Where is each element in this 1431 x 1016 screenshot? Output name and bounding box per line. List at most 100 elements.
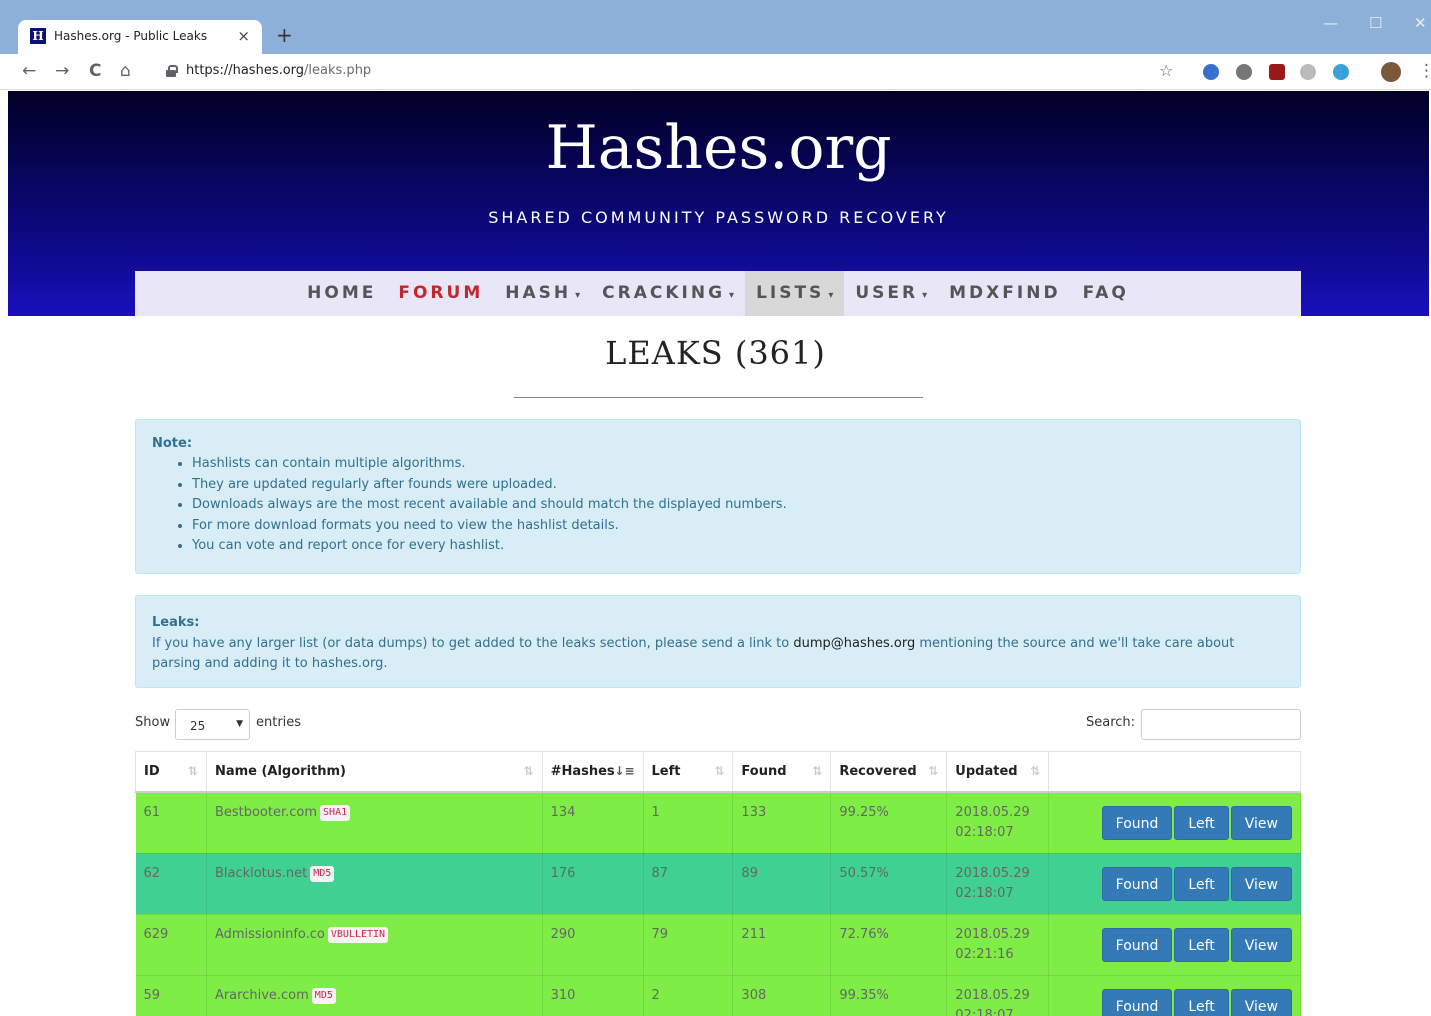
sort-icon: ⇅ bbox=[1030, 764, 1041, 778]
cell-recovered: 99.25% bbox=[830, 791, 948, 854]
extension-ublock-icon[interactable] bbox=[1269, 64, 1285, 80]
back-icon[interactable]: ← bbox=[22, 61, 36, 81]
note-heading: Note: bbox=[152, 436, 193, 451]
cell-updated: 2018.05.29 02:18:07 bbox=[946, 975, 1050, 1016]
browser-tab-bar: H Hashes.org - Public Leaks × + — ☐ ✕ bbox=[0, 0, 1431, 54]
cell-name: Ararchive.com MD5 bbox=[206, 975, 543, 1016]
sort-icon: ⇅ bbox=[523, 764, 534, 778]
extension-globe-icon[interactable] bbox=[1203, 64, 1219, 80]
extension-blue-icon[interactable] bbox=[1333, 64, 1349, 80]
found-button[interactable]: Found bbox=[1101, 805, 1173, 840]
tab-title: Hashes.org - Public Leaks bbox=[54, 29, 208, 43]
dump-email-link[interactable]: dump@hashes.org bbox=[793, 636, 915, 651]
dropdown-arrow-icon: ▼ bbox=[236, 719, 243, 729]
reload-icon[interactable]: C bbox=[89, 61, 101, 81]
nav-hash[interactable]: HASH ▾ bbox=[494, 271, 591, 316]
found-button[interactable]: Found bbox=[1101, 866, 1173, 901]
algo-badge: MD5 bbox=[310, 865, 335, 882]
search-input[interactable] bbox=[1141, 709, 1301, 740]
found-button[interactable]: Found bbox=[1101, 927, 1173, 962]
cell-left: 79 bbox=[643, 914, 734, 976]
cell-id: 62 bbox=[135, 853, 207, 915]
window-close-icon[interactable]: ✕ bbox=[1414, 14, 1427, 32]
nav-faq[interactable]: FAQ bbox=[1072, 271, 1140, 316]
cell-left: 87 bbox=[643, 853, 734, 915]
page-size-select[interactable]: 25 ▼ bbox=[175, 709, 250, 740]
cell-found: 211 bbox=[732, 914, 832, 976]
url-domain: https://hashes.org bbox=[186, 63, 305, 78]
main-navbar: HOME FORUM HASH ▾ CRACKING ▾ LISTS ▾ USER ▾ MDXFIN… bbox=[135, 271, 1301, 316]
tab-close-icon[interactable]: × bbox=[237, 27, 250, 45]
col-header-name[interactable]: Name (Algorithm) ⇅ bbox=[205, 751, 543, 793]
sort-icon: ⇅ bbox=[812, 764, 823, 778]
hashes-favicon-icon: H bbox=[30, 28, 46, 44]
lock-icon bbox=[166, 65, 178, 77]
search-label: Search: bbox=[1086, 715, 1136, 730]
site-title[interactable]: Hashes.org bbox=[8, 113, 1429, 183]
minimize-icon[interactable]: — bbox=[1323, 14, 1338, 32]
nav-mdxfind[interactable]: MDXFIND bbox=[938, 271, 1071, 316]
table-row: 629 Admissioninfo.co VBULLETIN 290 79 211… bbox=[135, 914, 1301, 976]
nav-home[interactable]: HOME bbox=[296, 271, 387, 316]
cell-actions: Found Left View bbox=[1048, 914, 1301, 976]
sort-icon: ⇅ bbox=[928, 764, 939, 778]
cell-found: 133 bbox=[732, 791, 832, 854]
view-button[interactable]: View bbox=[1230, 927, 1292, 962]
maximize-icon[interactable]: ☐ bbox=[1369, 14, 1382, 32]
page-title: LEAKS (361) bbox=[605, 334, 826, 372]
cell-found: 89 bbox=[732, 853, 832, 915]
note-item: For more download formats you need to vi… bbox=[192, 516, 1284, 537]
forward-icon[interactable]: → bbox=[55, 61, 69, 81]
col-header-actions bbox=[1048, 751, 1301, 793]
nav-forum[interactable]: FORUM bbox=[387, 271, 494, 316]
browser-menu-icon[interactable]: ⋮ bbox=[1418, 61, 1431, 81]
col-header-id[interactable]: ID ⇅ bbox=[135, 751, 207, 793]
left-button[interactable]: Left bbox=[1174, 805, 1229, 840]
col-header-hashes[interactable]: #Hashes ↓≡ bbox=[541, 751, 644, 793]
cell-name: Bestbooter.com SHA1 bbox=[206, 791, 543, 854]
left-button[interactable]: Left bbox=[1174, 866, 1229, 901]
note-item: Hashlists can contain multiple algorithm… bbox=[192, 454, 1284, 475]
profile-avatar[interactable] bbox=[1381, 62, 1401, 82]
sort-icon: ⇅ bbox=[187, 764, 198, 778]
site-tagline: SHARED COMMUNITY PASSWORD RECOVERY bbox=[488, 208, 949, 227]
col-header-left[interactable]: Left ⇅ bbox=[642, 751, 734, 793]
cell-updated: 2018.05.29 02:18:07 bbox=[946, 853, 1050, 915]
found-button[interactable]: Found bbox=[1101, 988, 1173, 1016]
browser-tab[interactable]: H Hashes.org - Public Leaks × bbox=[18, 20, 262, 54]
table-row: 59 Ararchive.com MD5 310 2 308 99.35% 201… bbox=[135, 975, 1301, 1016]
cell-name: Blacklotus.net MD5 bbox=[206, 853, 543, 915]
left-button[interactable]: Left bbox=[1174, 927, 1229, 962]
extension-gear-icon[interactable] bbox=[1236, 64, 1252, 80]
url-path: /leaks.php bbox=[304, 63, 372, 78]
note-item: You can vote and report once for every h… bbox=[192, 536, 1284, 557]
left-button[interactable]: Left bbox=[1174, 988, 1229, 1016]
extension-cloud-icon[interactable] bbox=[1300, 64, 1316, 80]
nav-lists[interactable]: LISTS ▾ bbox=[745, 271, 845, 316]
view-button[interactable]: View bbox=[1230, 866, 1292, 901]
view-button[interactable]: View bbox=[1230, 805, 1292, 840]
note-item: They are updated regularly after founds … bbox=[192, 475, 1284, 496]
site-header: Hashes.org SHARED COMMUNITY PASSWORD REC… bbox=[8, 91, 1429, 316]
table-row: 61 Bestbooter.com SHA1 134 1 133 99.25% 2… bbox=[135, 791, 1301, 854]
cell-recovered: 99.35% bbox=[830, 975, 948, 1016]
cell-hashes: 310 bbox=[542, 975, 644, 1016]
sort-icon: ⇅ bbox=[714, 764, 725, 778]
cell-left: 2 bbox=[643, 975, 734, 1016]
cell-id: 61 bbox=[135, 791, 207, 854]
col-header-updated[interactable]: Updated ⇅ bbox=[946, 751, 1050, 793]
table-header-row: ID ⇅ Name (Algorithm) ⇅ #Hashes ↓≡ Left ⇅ Fo… bbox=[135, 751, 1301, 793]
new-tab-icon[interactable]: + bbox=[276, 23, 293, 47]
cell-hashes: 176 bbox=[542, 853, 644, 915]
nav-cracking[interactable]: CRACKING ▾ bbox=[591, 271, 745, 316]
view-button[interactable]: View bbox=[1230, 988, 1292, 1016]
chevron-down-icon: ▾ bbox=[828, 290, 834, 301]
sort-asc-icon: ↓≡ bbox=[614, 764, 635, 778]
nav-user[interactable]: USER ▾ bbox=[844, 271, 938, 316]
col-header-recovered[interactable]: Recovered ⇅ bbox=[830, 751, 948, 793]
algo-badge: MD5 bbox=[311, 987, 336, 1004]
col-header-found[interactable]: Found ⇅ bbox=[732, 751, 832, 793]
address-bar[interactable]: https://hashes.org/leaks.php bbox=[186, 63, 371, 78]
bookmark-star-icon[interactable]: ☆ bbox=[1159, 61, 1173, 80]
home-icon[interactable]: ⌂ bbox=[120, 61, 131, 81]
